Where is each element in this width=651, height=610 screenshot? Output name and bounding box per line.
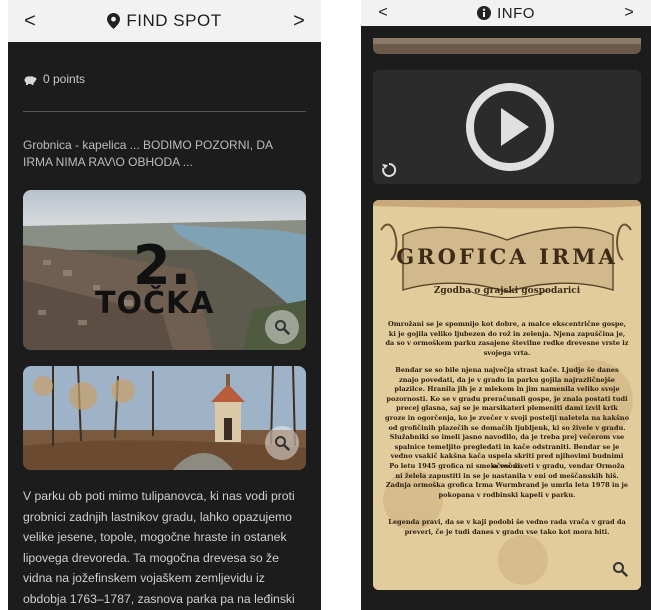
zoom-button[interactable] bbox=[609, 558, 631, 580]
chapel-photo[interactable] bbox=[23, 366, 306, 470]
points-row: 0 points bbox=[23, 72, 85, 86]
divider bbox=[23, 111, 306, 112]
map-pin-icon bbox=[107, 13, 121, 29]
poster-subtitle: Zgodba o grajski gospodarici bbox=[433, 286, 581, 296]
screen-title: INFO bbox=[477, 5, 535, 22]
chapel-photo-graphic bbox=[23, 366, 306, 470]
search-icon bbox=[613, 562, 628, 577]
points-label: 0 points bbox=[43, 72, 86, 86]
nav-prev-button[interactable]: < bbox=[12, 0, 48, 42]
nav-next-button[interactable]: > bbox=[611, 0, 647, 26]
nav-next-button[interactable]: > bbox=[281, 0, 317, 42]
spot-body-text: V parku ob poti mimo tulipanovca, ki nas… bbox=[23, 489, 295, 606]
search-icon bbox=[275, 436, 290, 451]
play-icon[interactable] bbox=[465, 82, 555, 172]
video-player[interactable] bbox=[373, 70, 641, 184]
aerial-photo[interactable]: 2. TOČKA bbox=[23, 190, 306, 350]
zoom-button[interactable] bbox=[265, 310, 299, 344]
previous-image-graphic bbox=[373, 38, 641, 54]
overlay-word: TOČKA bbox=[95, 286, 215, 321]
find-spot-screen: < FIND SPOT > 0 points Grobnica - kapeli… bbox=[8, 0, 321, 610]
title-text: INFO bbox=[497, 4, 535, 22]
top-bar: < FIND SPOT > bbox=[8, 0, 321, 42]
poster-title: GROFICA IRMA bbox=[396, 244, 618, 269]
piggy-bank-icon bbox=[24, 74, 37, 85]
poster-paragraph-2: Bendar se so bile njena največja strast … bbox=[385, 366, 629, 470]
screen-title: FIND SPOT bbox=[107, 11, 221, 31]
top-bar: < INFO > bbox=[361, 0, 651, 26]
nav-prev-button[interactable]: < bbox=[365, 0, 401, 26]
spot-description: Grobnica - kapelica ... BODIMO POZORNI, … bbox=[23, 138, 273, 169]
search-icon bbox=[275, 320, 290, 335]
poster-paragraph-1: Omrožani se je spomnijo kot dobre, a mal… bbox=[385, 320, 629, 357]
info-poster[interactable]: GROFICA IRMA Zgodba o grajski gospodaric… bbox=[373, 200, 641, 590]
poster-paragraph-4: Legenda pravi, da se v kaji podobi še ve… bbox=[388, 518, 626, 536]
replay-icon[interactable] bbox=[381, 162, 397, 178]
title-text: FIND SPOT bbox=[126, 11, 222, 30]
zoom-button[interactable] bbox=[265, 426, 299, 460]
poster-paragraph-3: Po letu 1945 grofica ni smela več živeti… bbox=[385, 462, 629, 499]
info-icon bbox=[477, 6, 492, 20]
info-screen: < INFO > GROFICA IRMA Zgodba o grajski g… bbox=[361, 0, 651, 610]
previous-image-strip bbox=[373, 38, 641, 54]
